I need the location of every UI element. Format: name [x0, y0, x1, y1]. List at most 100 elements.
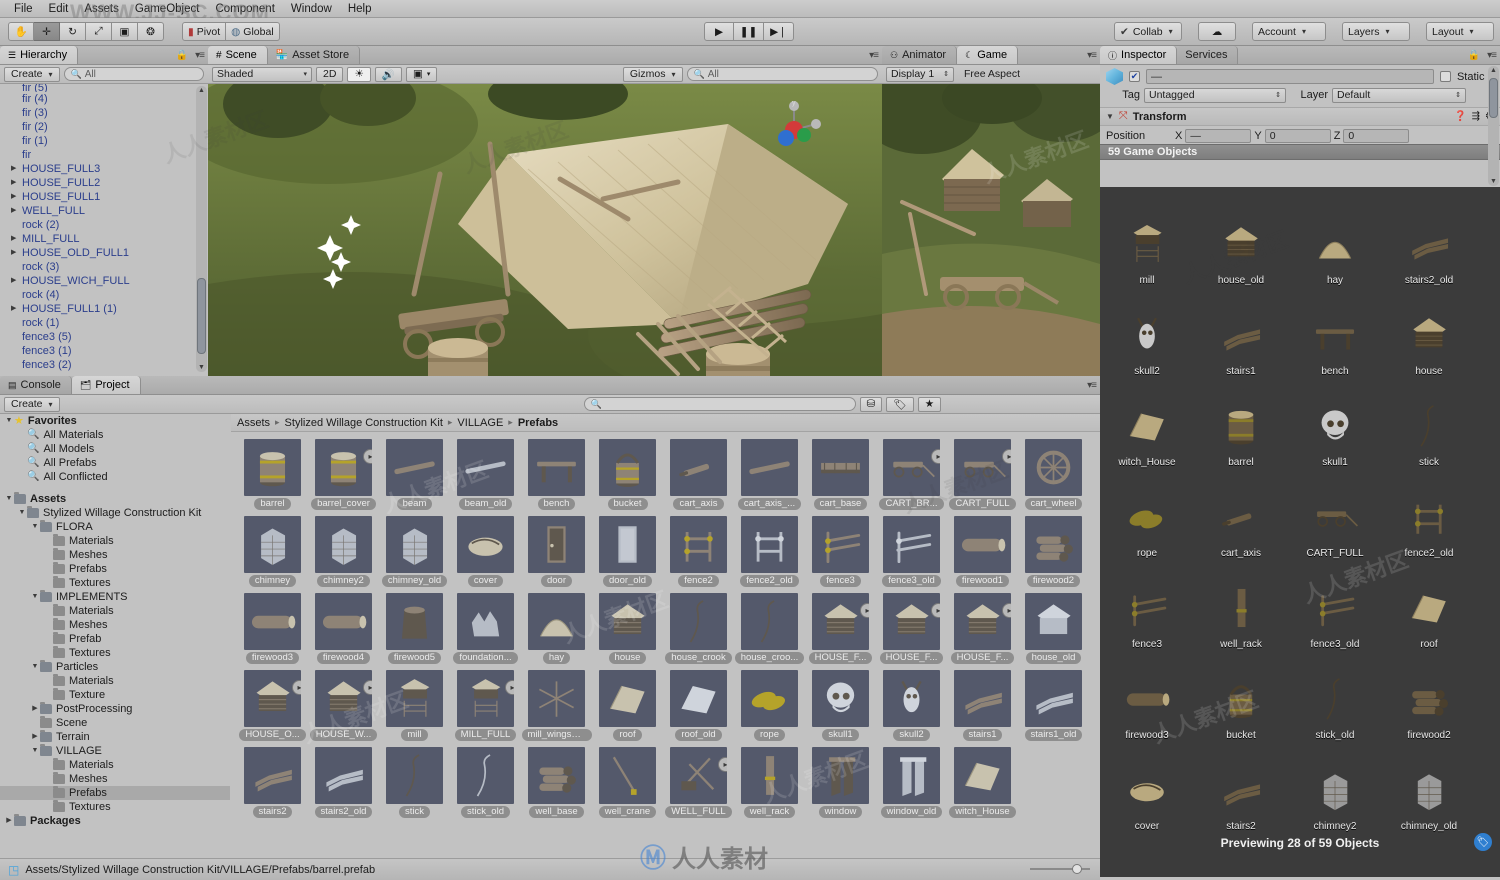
asset-cell[interactable]: firewood4: [308, 593, 379, 664]
asset-cell[interactable]: fence2: [663, 516, 734, 587]
hierarchy-item[interactable]: rock (2): [0, 218, 208, 232]
global-button[interactable]: ◍ Global: [226, 22, 280, 41]
asset-thumbnail[interactable]: [244, 439, 301, 496]
asset-cell[interactable]: ▸ HOUSE_F...: [876, 593, 947, 664]
asset-thumbnail[interactable]: ▸: [315, 439, 372, 496]
asset-cell[interactable]: ▸ HOUSE_O...: [237, 670, 308, 741]
asset-thumbnail[interactable]: [670, 593, 727, 650]
prefab-expand-icon[interactable]: ▸: [931, 603, 940, 618]
hierarchy-item[interactable]: fir (4): [0, 92, 208, 106]
project-folder-tree[interactable]: ▼ ★ Favorites 🔍 All Materials 🔍 All Models 🔍 All…: [0, 414, 230, 858]
prefab-expand-icon[interactable]: ▸: [292, 680, 301, 695]
project-tree-item[interactable]: Meshes: [0, 772, 230, 786]
scene-view-gizmo[interactable]: y: [764, 100, 824, 160]
asset-thumbnail[interactable]: ▸: [954, 439, 1011, 496]
scroll-up-arrow[interactable]: ▲: [1490, 67, 1497, 74]
asset-thumbnail[interactable]: [670, 670, 727, 727]
project-tree-favorite-item[interactable]: 🔍 All Models: [0, 442, 230, 456]
asset-thumbnail[interactable]: [741, 670, 798, 727]
project-tree-item[interactable]: Textures: [0, 646, 230, 660]
asset-thumbnail[interactable]: [883, 670, 940, 727]
chevron-down-icon[interactable]: ▼: [4, 492, 14, 506]
asset-cell[interactable]: witch_House: [947, 747, 1018, 818]
asset-thumbnail[interactable]: [741, 516, 798, 573]
asset-cell[interactable]: mill: [379, 670, 450, 741]
tab-services[interactable]: Services: [1177, 46, 1239, 64]
project-tree-favorite-item[interactable]: 🔍 All Materials: [0, 428, 230, 442]
project-panel-menu-icon[interactable]: ▾≡: [1087, 380, 1097, 391]
project-tree-favorite-item[interactable]: 🔍 All Conflicted: [0, 470, 230, 484]
project-tree-item[interactable]: ▶ PostProcessing: [0, 702, 230, 716]
asset-thumbnail[interactable]: [528, 439, 585, 496]
asset-cell[interactable]: foundation...: [450, 593, 521, 664]
scrollbar-thumb[interactable]: [1489, 78, 1498, 118]
asset-cell[interactable]: skull2: [876, 670, 947, 741]
asset-cell[interactable]: cart_axis: [663, 439, 734, 510]
asset-cell[interactable]: cart_base: [805, 439, 876, 510]
asset-thumbnail[interactable]: [457, 439, 514, 496]
asset-thumbnail[interactable]: [315, 516, 372, 573]
asset-cell[interactable]: door: [521, 516, 592, 587]
transform-component-header[interactable]: ▼ ⤧ Transform ❓ ⇶ ⚙: [1100, 107, 1500, 126]
asset-cell[interactable]: house_old: [1018, 593, 1089, 664]
asset-cell[interactable]: firewood3: [237, 593, 308, 664]
prefab-expand-icon[interactable]: ▸: [718, 757, 727, 772]
asset-cell[interactable]: stairs2: [237, 747, 308, 818]
asset-cell[interactable]: roof: [592, 670, 663, 741]
playback-controls[interactable]: ▶ ❚❚ ▶❘: [704, 22, 794, 41]
object-name-input[interactable]: —: [1146, 69, 1434, 84]
gizmos-dropdown[interactable]: Gizmos: [622, 66, 683, 82]
asset-thumbnail[interactable]: ▸: [883, 439, 940, 496]
asset-thumbnail[interactable]: [386, 593, 443, 650]
project-tree-item[interactable]: ▶ Packages: [0, 814, 230, 828]
collab-button[interactable]: ✔ Collab: [1114, 22, 1182, 41]
asset-cell[interactable]: chimney2: [308, 516, 379, 587]
project-tree-item[interactable]: ▼ IMPLEMENTS: [0, 590, 230, 604]
chevron-right-icon[interactable]: ▶: [11, 232, 16, 246]
asset-cell[interactable]: stick_old: [450, 747, 521, 818]
display-dropdown[interactable]: Display 1 ⇕: [886, 66, 954, 82]
asset-cell[interactable]: stairs2_old: [308, 747, 379, 818]
project-tree-item[interactable]: Meshes: [0, 618, 230, 632]
asset-thumbnail[interactable]: [315, 593, 372, 650]
aspect-dropdown[interactable]: Free Aspect: [958, 67, 1026, 82]
project-tree-item[interactable]: ▶ Terrain: [0, 730, 230, 744]
asset-thumbnail[interactable]: [528, 516, 585, 573]
asset-cell[interactable]: roof_old: [663, 670, 734, 741]
asset-cell[interactable]: ▸ HOUSE_W...: [308, 670, 379, 741]
project-tree-item[interactable]: Texture: [0, 688, 230, 702]
asset-cell[interactable]: stick: [379, 747, 450, 818]
asset-cell[interactable]: house: [592, 593, 663, 664]
tab-animator[interactable]: ⚇ Animator: [882, 46, 958, 64]
scene-panel-menu-icon[interactable]: ▾≡: [869, 50, 879, 61]
project-search-input[interactable]: 🔍: [583, 397, 856, 411]
hierarchy-item[interactable]: ▶ WELL_FULL: [0, 204, 208, 218]
chevron-right-icon[interactable]: ▶: [11, 302, 16, 316]
chevron-right-icon[interactable]: ▶: [11, 162, 16, 176]
asset-thumbnail[interactable]: [741, 747, 798, 804]
asset-thumbnail[interactable]: [599, 516, 656, 573]
asset-thumbnail[interactable]: [315, 747, 372, 804]
hierarchy-item[interactable]: ▶ HOUSE_FULL1: [0, 190, 208, 204]
asset-thumbnail[interactable]: [883, 747, 940, 804]
asset-thumbnail[interactable]: [812, 516, 869, 573]
asset-cell[interactable]: rope: [734, 670, 805, 741]
pause-button[interactable]: ❚❚: [734, 22, 764, 41]
preset-icon[interactable]: ⇶: [1472, 111, 1480, 122]
asset-cell[interactable]: cover: [450, 516, 521, 587]
project-tree-item[interactable]: Prefab: [0, 632, 230, 646]
asset-cell[interactable]: firewood5: [379, 593, 450, 664]
pivot-group[interactable]: ▮ Pivot ◍ Global: [182, 22, 280, 41]
asset-thumbnail[interactable]: [599, 747, 656, 804]
asset-thumbnail[interactable]: [670, 516, 727, 573]
chevron-right-icon[interactable]: ▶: [11, 274, 16, 288]
prefab-expand-icon[interactable]: ▸: [505, 680, 514, 695]
menu-item-file[interactable]: File: [6, 0, 41, 18]
asset-thumbnail[interactable]: [528, 747, 585, 804]
shading-mode-dropdown[interactable]: Shaded ▾: [212, 66, 312, 82]
asset-cell[interactable]: window: [805, 747, 876, 818]
asset-cell[interactable]: window_old: [876, 747, 947, 818]
project-tree-item[interactable]: Prefabs: [0, 562, 230, 576]
tag-dropdown[interactable]: Untagged ⇕: [1144, 87, 1286, 103]
asset-thumbnail[interactable]: [883, 516, 940, 573]
